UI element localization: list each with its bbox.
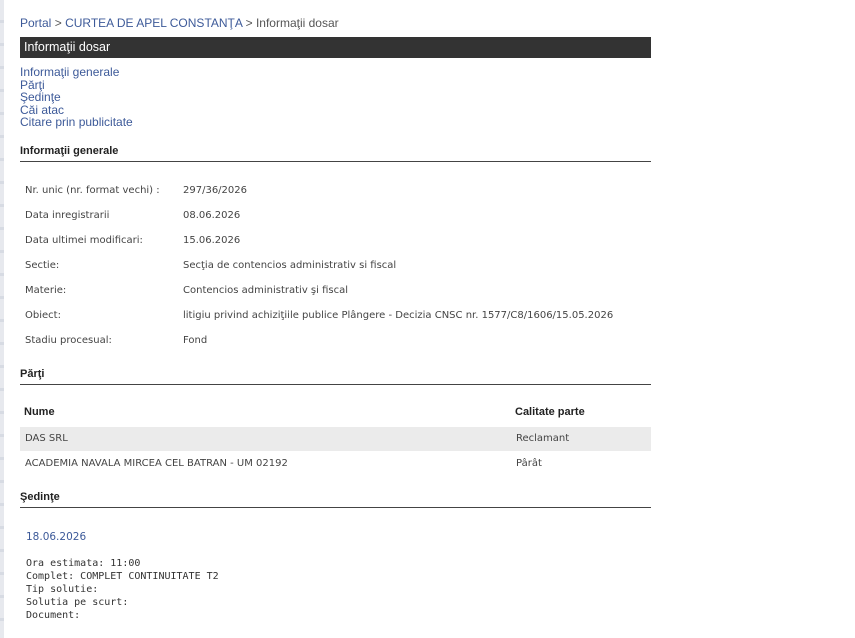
info-value: litigiu privind achiziţiile publice Plân… (183, 310, 614, 321)
info-label: Nr. unic (nr. format vechi) : (25, 185, 160, 196)
table-row: DAS SRL Reclamant (20, 427, 651, 451)
info-value: Fond (183, 335, 208, 346)
breadcrumb-separator: > (54, 16, 62, 30)
info-value: 08.06.2026 (183, 210, 241, 221)
breadcrumb: Portal > CURTEA DE APEL CONSTANŢA > Info… (20, 16, 339, 30)
parti-column-header-name: Nume (24, 406, 55, 418)
breadcrumb-current: Informaţii dosar (255, 16, 339, 30)
hearing-date-link[interactable]: 18.06.2026 (26, 531, 86, 543)
info-row-data-ultimei-modificari: Data ultimei modificari: 15.06.2026 (25, 235, 240, 246)
info-value: Secţia de contencios administrativ si fi… (183, 260, 397, 271)
info-row-nr-unic: Nr. unic (nr. format vechi) : 297/36/2026 (25, 185, 247, 196)
info-label: Obiect: (25, 310, 61, 321)
info-value: Contencios administrativ şi fiscal (183, 285, 348, 296)
breadcrumb-portal-link[interactable]: Portal (20, 16, 51, 30)
info-label: Sectie: (25, 260, 60, 271)
info-row-materie: Materie: Contencios administrativ şi fisc… (25, 285, 348, 296)
table-row: ACADEMIA NAVALA MIRCEA CEL BATRAN - UM 0… (20, 452, 651, 476)
hearing-panel: Complet: COMPLET CONTINUITATE T2 (26, 571, 219, 582)
section-nav: Informaţii generale Părţi Şedinţe Căi at… (20, 66, 133, 129)
party-name: ACADEMIA NAVALA MIRCEA CEL BATRAN - UM 0… (25, 458, 288, 469)
section-heading-parti: Părţi (20, 368, 651, 385)
info-label: Data inregistrarii (25, 210, 110, 221)
hearing-solution-summary: Solutia pe scurt: (26, 597, 129, 608)
parti-column-header-quality: Calitate parte (515, 406, 585, 418)
party-name: DAS SRL (25, 433, 68, 444)
info-row-stadiu-procesual: Stadiu procesual: Fond (25, 335, 207, 346)
left-decorative-strip (0, 0, 4, 638)
section-heading-sedinte: Şedinţe (20, 491, 651, 508)
info-value: 297/36/2026 (183, 185, 247, 196)
info-value: 15.06.2026 (183, 235, 241, 246)
hearing-estimated-time: Ora estimata: 11:00 (26, 558, 141, 569)
hearing-document: Document: (26, 610, 81, 621)
breadcrumb-separator: > (245, 16, 253, 30)
info-label: Stadiu procesual: (25, 335, 112, 346)
hearing-details: Ora estimata: 11:00 Complet: COMPLET CON… (26, 557, 219, 622)
section-heading-general: Informaţii generale (20, 145, 651, 162)
info-row-obiect: Obiect: litigiu privind achiziţiile publi… (25, 310, 613, 321)
info-label: Data ultimei modificari: (25, 235, 143, 246)
party-quality: Reclamant (516, 433, 570, 444)
nav-link-informatii-generale[interactable]: Informaţii generale (20, 66, 133, 79)
info-row-data-inregistrarii: Data inregistrarii 08.06.2026 (25, 210, 240, 221)
nav-link-sedinte[interactable]: Şedinţe (20, 91, 133, 104)
page-title-bar: Informaţii dosar (20, 37, 651, 58)
hearing-solution-type: Tip solutie: (26, 584, 99, 595)
nav-link-citare-prin-publicitate[interactable]: Citare prin publicitate (20, 116, 133, 129)
breadcrumb-court-link[interactable]: CURTEA DE APEL CONSTANŢA (65, 16, 242, 30)
info-label: Materie: (25, 285, 67, 296)
info-row-sectie: Sectie: Secţia de contencios administrati… (25, 260, 396, 271)
party-quality: Pârât (516, 458, 542, 469)
